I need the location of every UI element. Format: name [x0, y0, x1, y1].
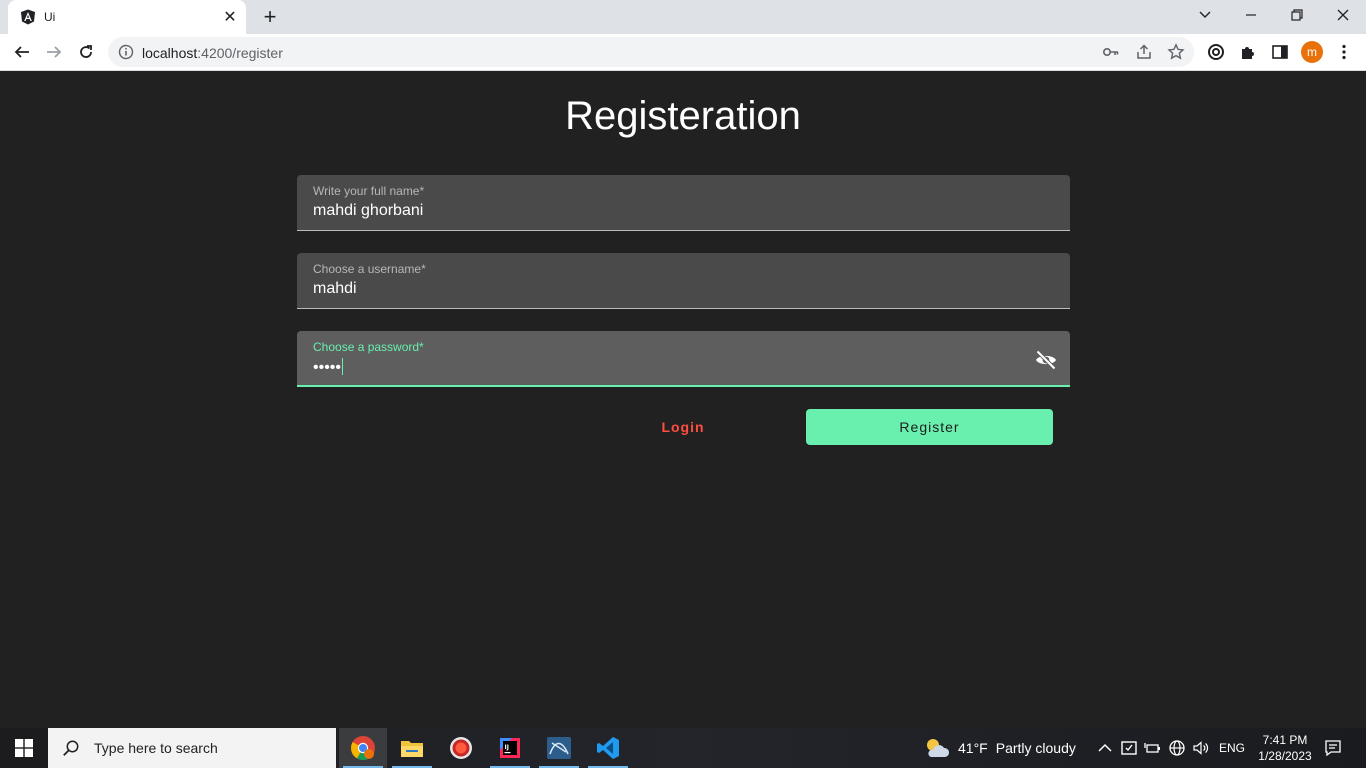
- angular-icon: [21, 9, 35, 25]
- volume-icon[interactable]: [1192, 739, 1210, 757]
- device-manager-icon[interactable]: [1120, 739, 1138, 757]
- text-caret: [342, 358, 344, 375]
- browser-toolbar: localhost:4200/register m: [0, 34, 1366, 71]
- search-icon: [63, 740, 79, 756]
- full-name-input[interactable]: mahdi ghorbani: [313, 202, 423, 220]
- clock-date: 1/28/2023: [1258, 749, 1312, 763]
- file-explorer-icon[interactable]: [388, 728, 436, 768]
- tab-search-icon[interactable]: [1182, 0, 1228, 30]
- page-title: Registeration: [565, 94, 801, 138]
- password-label: Choose a password*: [313, 340, 424, 354]
- new-tab-icon[interactable]: +: [258, 4, 282, 29]
- weather-temperature: 41°F: [958, 740, 988, 756]
- minimize-icon[interactable]: [1228, 0, 1274, 30]
- site-info-icon[interactable]: [118, 44, 134, 60]
- browser-tab[interactable]: Ui ✕: [8, 0, 246, 34]
- reload-icon[interactable]: [72, 38, 100, 66]
- intellij-app-icon[interactable]: IJ: [486, 728, 534, 768]
- battery-plug-icon[interactable]: [1144, 739, 1162, 757]
- username-label: Choose a username*: [313, 262, 426, 276]
- menu-kebab-icon[interactable]: [1335, 43, 1353, 61]
- network-globe-icon[interactable]: [1168, 739, 1186, 757]
- tab-strip: Ui ✕ +: [0, 0, 1366, 34]
- bookmark-star-icon[interactable]: [1167, 43, 1185, 61]
- svg-text:IJ: IJ: [505, 744, 509, 751]
- windows-start-icon[interactable]: [0, 728, 48, 768]
- password-input[interactable]: •••••: [313, 358, 344, 377]
- chevron-up-icon[interactable]: [1096, 739, 1114, 757]
- side-panel-icon[interactable]: [1271, 43, 1289, 61]
- back-icon[interactable]: [8, 38, 36, 66]
- system-clock[interactable]: 7:41 PM 1/28/2023: [1250, 732, 1320, 764]
- address-bar[interactable]: localhost:4200/register: [108, 37, 1194, 67]
- password-mask: •••••: [313, 359, 342, 376]
- chrome-app-icon[interactable]: [339, 728, 387, 768]
- close-window-icon[interactable]: [1320, 0, 1366, 30]
- tab-title: Ui: [44, 10, 56, 24]
- forward-icon[interactable]: [40, 38, 68, 66]
- share-icon[interactable]: [1135, 43, 1153, 61]
- full-name-field[interactable]: Write your full name* mahdi ghorbani: [297, 175, 1070, 231]
- profile-avatar[interactable]: m: [1301, 41, 1323, 63]
- visibility-off-icon[interactable]: [1034, 348, 1058, 372]
- notifications-icon[interactable]: [1324, 739, 1342, 757]
- key-icon[interactable]: [1102, 43, 1120, 61]
- password-field[interactable]: Choose a password* •••••: [297, 331, 1070, 387]
- login-button[interactable]: Login: [620, 409, 746, 445]
- partly-cloudy-icon: [927, 739, 950, 757]
- username-input[interactable]: mahdi: [313, 280, 357, 298]
- username-field[interactable]: Choose a username* mahdi: [297, 253, 1070, 309]
- url-text: localhost:4200/register: [142, 45, 283, 61]
- taskbar-search[interactable]: Type here to search: [48, 728, 336, 768]
- clock-time: 7:41 PM: [1262, 733, 1308, 747]
- weather-description: Partly cloudy: [995, 740, 1076, 756]
- weather-widget[interactable]: 41°F Partly cloudy: [924, 728, 1076, 768]
- language-indicator[interactable]: ENG: [1219, 741, 1245, 755]
- close-tab-icon[interactable]: ✕: [220, 7, 240, 27]
- search-placeholder: Type here to search: [94, 740, 218, 756]
- extension-icon[interactable]: [1207, 43, 1225, 61]
- register-button[interactable]: Register: [806, 409, 1053, 445]
- windows-taskbar: Type here to search IJ 41°F Partly cloud…: [0, 728, 1366, 768]
- sql-server-app-icon[interactable]: [535, 728, 583, 768]
- vscode-app-icon[interactable]: [584, 728, 632, 768]
- extensions-puzzle-icon[interactable]: [1239, 43, 1257, 61]
- restore-icon[interactable]: [1274, 0, 1320, 30]
- full-name-label: Write your full name*: [313, 184, 425, 198]
- recorder-app-icon[interactable]: [437, 728, 485, 768]
